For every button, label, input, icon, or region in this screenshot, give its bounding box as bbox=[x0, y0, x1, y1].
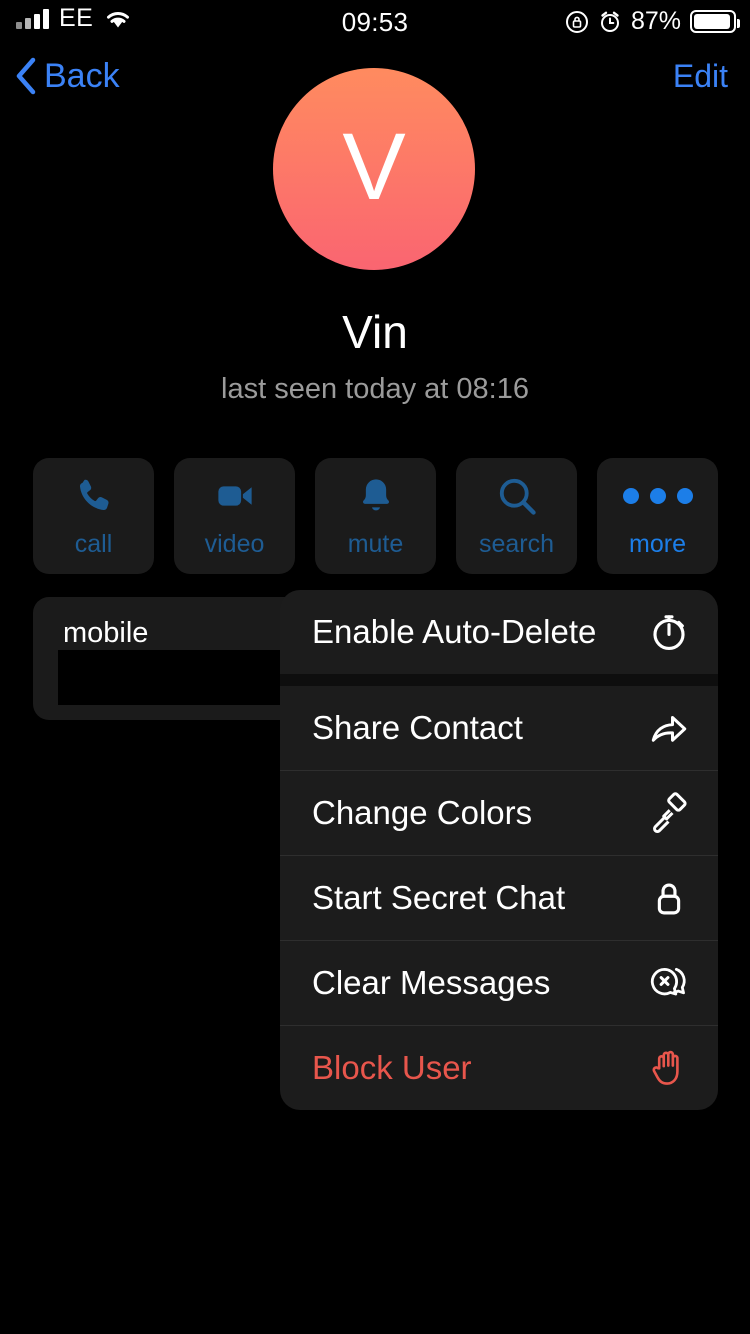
call-button-label: call bbox=[74, 529, 113, 558]
ellipsis-icon bbox=[622, 474, 693, 518]
battery-percent-label: 87% bbox=[630, 7, 681, 35]
redacted-phone-number bbox=[58, 650, 295, 705]
more-button-label: more bbox=[629, 529, 686, 558]
lock-icon bbox=[646, 875, 692, 921]
share-arrow-icon bbox=[646, 705, 692, 751]
video-button[interactable]: video bbox=[174, 458, 295, 574]
menu-item-enable-auto-delete[interactable]: Enable Auto-Delete bbox=[280, 590, 718, 674]
battery-icon bbox=[690, 10, 740, 33]
action-button-row: call video mute search more bbox=[33, 458, 718, 574]
call-button[interactable]: call bbox=[33, 458, 154, 574]
search-button-label: search bbox=[478, 529, 555, 558]
contact-mobile-label: mobile bbox=[63, 617, 149, 649]
search-button[interactable]: search bbox=[456, 458, 577, 574]
mute-button[interactable]: mute bbox=[315, 458, 436, 574]
video-camera-icon bbox=[214, 474, 256, 518]
last-seen-status: last seen today at 08:16 bbox=[221, 373, 529, 405]
menu-item-block-user[interactable]: Block User bbox=[280, 1026, 718, 1110]
rotation-lock-icon bbox=[565, 10, 589, 34]
menu-item-share-contact[interactable]: Share Contact bbox=[280, 686, 718, 770]
back-button[interactable]: Back bbox=[14, 56, 120, 96]
status-bar-right: 87% bbox=[565, 7, 740, 36]
alarm-clock-icon bbox=[598, 10, 622, 34]
menu-item-label: Enable Auto-Delete bbox=[312, 613, 597, 650]
chevron-left-icon bbox=[14, 56, 38, 96]
stopwatch-icon bbox=[646, 609, 692, 655]
paint-roller-icon bbox=[646, 790, 692, 836]
more-button[interactable]: more bbox=[597, 458, 718, 574]
menu-item-label: Share Contact bbox=[312, 709, 523, 746]
context-menu: Enable Auto-Delete Share Contact Change … bbox=[280, 590, 718, 1110]
chat-bubble-x-icon bbox=[646, 960, 692, 1006]
menu-item-label: Clear Messages bbox=[312, 964, 551, 1001]
stop-hand-icon bbox=[646, 1045, 692, 1091]
mute-button-label: mute bbox=[347, 529, 404, 558]
back-button-label: Back bbox=[44, 56, 120, 95]
status-bar: EE 09:53 87% bbox=[0, 0, 750, 40]
menu-item-clear-messages[interactable]: Clear Messages bbox=[280, 941, 718, 1025]
menu-item-label: Start Secret Chat bbox=[312, 879, 566, 916]
phone-icon bbox=[73, 474, 115, 518]
avatar[interactable]: V bbox=[273, 68, 475, 270]
page-title: Vin bbox=[342, 306, 408, 358]
bell-icon bbox=[355, 474, 397, 518]
video-button-label: video bbox=[204, 529, 265, 558]
menu-item-label: Change Colors bbox=[312, 794, 533, 831]
menu-item-start-secret-chat[interactable]: Start Secret Chat bbox=[280, 856, 718, 940]
avatar-initial: V bbox=[342, 113, 406, 220]
menu-separator-thick bbox=[280, 674, 718, 686]
edit-button[interactable]: Edit bbox=[673, 58, 728, 95]
menu-item-label: Block User bbox=[312, 1049, 472, 1086]
search-icon bbox=[495, 474, 539, 518]
phone-screen: EE 09:53 87% Back Edit V Vin last seen t… bbox=[0, 0, 750, 1334]
menu-item-change-colors[interactable]: Change Colors bbox=[280, 771, 718, 855]
